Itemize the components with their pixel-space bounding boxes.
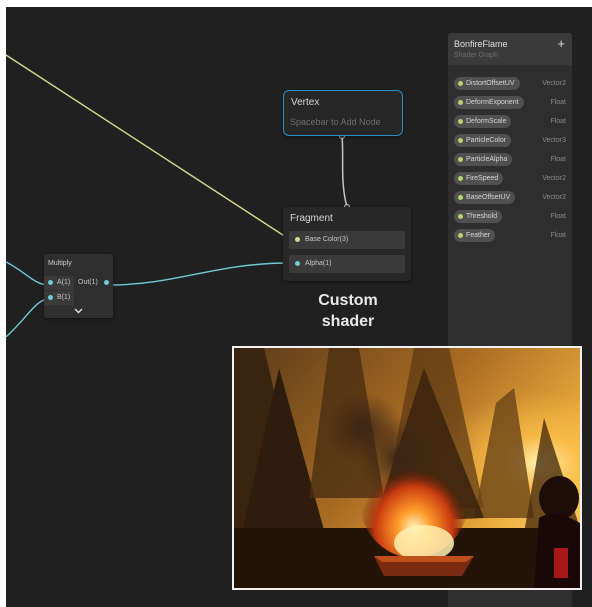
port-label: Alpha(1) bbox=[305, 260, 332, 267]
property-type: Vector2 bbox=[542, 194, 566, 201]
property-pill[interactable]: Feather bbox=[454, 229, 496, 242]
shader-graph-canvas[interactable]: Vertex Spacebar to Add Node Fragment Bas… bbox=[6, 7, 592, 607]
wire-base-color bbox=[6, 54, 290, 240]
property-row[interactable]: Threshold Float bbox=[454, 210, 566, 223]
vertex-node[interactable]: Vertex Spacebar to Add Node bbox=[283, 90, 403, 136]
multiply-node[interactable]: Multiply A(1) B(1) Out(1) bbox=[44, 254, 113, 318]
port-label: A(1) bbox=[57, 279, 71, 286]
property-row[interactable]: Feather Float bbox=[454, 229, 566, 242]
multiply-input-a[interactable]: A(1) bbox=[44, 276, 74, 290]
blackboard-subtitle: Shader Graph bbox=[454, 52, 498, 59]
property-row[interactable]: DistortOffsetUV Vector2 bbox=[454, 77, 566, 90]
fragment-port-alpha[interactable]: Alpha(1) bbox=[289, 255, 405, 273]
port-label: Base Color(3) bbox=[305, 236, 349, 243]
property-type: Vector2 bbox=[542, 80, 566, 87]
property-name: DistortOffsetUV bbox=[466, 80, 515, 87]
property-pill[interactable]: FireSpeed bbox=[454, 172, 504, 185]
property-row[interactable]: BaseOffsetUV Vector2 bbox=[454, 191, 566, 204]
float-port-icon[interactable] bbox=[48, 280, 53, 285]
property-type: Float bbox=[550, 213, 566, 220]
property-name: DeformExponent bbox=[466, 99, 519, 106]
custom-shader-caption: Custom shader bbox=[291, 290, 405, 332]
property-dot-icon bbox=[458, 157, 463, 162]
property-row[interactable]: ParticleAlpha Float bbox=[454, 153, 566, 166]
wire-input-a bbox=[6, 261, 50, 286]
property-dot-icon bbox=[458, 138, 463, 143]
wire-vertex-fragment bbox=[341, 135, 348, 208]
property-dot-icon bbox=[458, 81, 463, 86]
caption-line-2: shader bbox=[321, 313, 375, 330]
property-pill[interactable]: DistortOffsetUV bbox=[454, 77, 520, 90]
multiply-input-b[interactable]: B(1) bbox=[44, 291, 74, 305]
vertex-node-title: Vertex bbox=[291, 97, 320, 108]
port-label: Out(1) bbox=[78, 279, 98, 286]
property-dot-icon bbox=[458, 233, 463, 238]
property-name: BaseOffsetUV bbox=[466, 194, 511, 201]
property-dot-icon bbox=[458, 195, 463, 200]
property-name: FireSpeed bbox=[466, 175, 499, 182]
property-dot-icon bbox=[458, 100, 463, 105]
port-label: B(1) bbox=[57, 294, 71, 301]
property-name: ParticleColor bbox=[466, 137, 507, 144]
wire-alpha bbox=[108, 262, 290, 286]
property-dot-icon bbox=[458, 176, 463, 181]
vector-port-icon[interactable] bbox=[295, 237, 300, 242]
property-type: Vector2 bbox=[542, 175, 566, 182]
add-property-button[interactable]: + bbox=[557, 36, 565, 51]
caption-line-1: Custom bbox=[318, 292, 378, 309]
property-row[interactable]: DeformScale Float bbox=[454, 115, 566, 128]
property-pill[interactable]: DeformScale bbox=[454, 115, 512, 128]
float-port-icon[interactable] bbox=[295, 261, 300, 266]
fragment-node[interactable]: Fragment Base Color(3) Alpha(1) bbox=[283, 207, 411, 281]
multiply-node-title: Multiply bbox=[48, 260, 72, 267]
blackboard-header: BonfireFlame Shader Graph + bbox=[448, 33, 572, 65]
wire-input-b bbox=[6, 298, 50, 338]
property-name: Feather bbox=[466, 232, 491, 239]
property-dot-icon bbox=[458, 214, 463, 219]
float-port-icon[interactable] bbox=[104, 280, 109, 285]
property-pill[interactable]: ParticleColor bbox=[454, 134, 512, 147]
property-type: Float bbox=[550, 232, 566, 239]
multiply-output[interactable]: Out(1) bbox=[76, 276, 113, 290]
fragment-node-title: Fragment bbox=[290, 213, 333, 224]
property-row[interactable]: DeformExponent Float bbox=[454, 96, 566, 109]
chevron-down-icon[interactable] bbox=[74, 308, 83, 314]
property-row[interactable]: ParticleColor Vector3 bbox=[454, 134, 566, 147]
property-type: Float bbox=[550, 118, 566, 125]
property-dot-icon bbox=[458, 119, 463, 124]
property-type: Float bbox=[550, 156, 566, 163]
property-name: ParticleAlpha bbox=[466, 156, 508, 163]
property-type: Vector3 bbox=[542, 137, 566, 144]
property-row[interactable]: FireSpeed Vector2 bbox=[454, 172, 566, 185]
property-name: DeformScale bbox=[466, 118, 507, 125]
vertex-add-node-placeholder[interactable]: Spacebar to Add Node bbox=[290, 117, 394, 130]
property-pill[interactable]: Threshold bbox=[454, 210, 503, 223]
property-pill[interactable]: ParticleAlpha bbox=[454, 153, 513, 166]
property-type: Float bbox=[550, 99, 566, 106]
bonfire-preview-image bbox=[232, 346, 582, 590]
float-port-icon[interactable] bbox=[48, 295, 53, 300]
property-pill[interactable]: DeformExponent bbox=[454, 96, 524, 109]
blackboard-title: BonfireFlame bbox=[454, 39, 508, 49]
property-name: Threshold bbox=[466, 213, 498, 220]
fragment-port-base-color[interactable]: Base Color(3) bbox=[289, 231, 405, 249]
property-pill[interactable]: BaseOffsetUV bbox=[454, 191, 516, 204]
